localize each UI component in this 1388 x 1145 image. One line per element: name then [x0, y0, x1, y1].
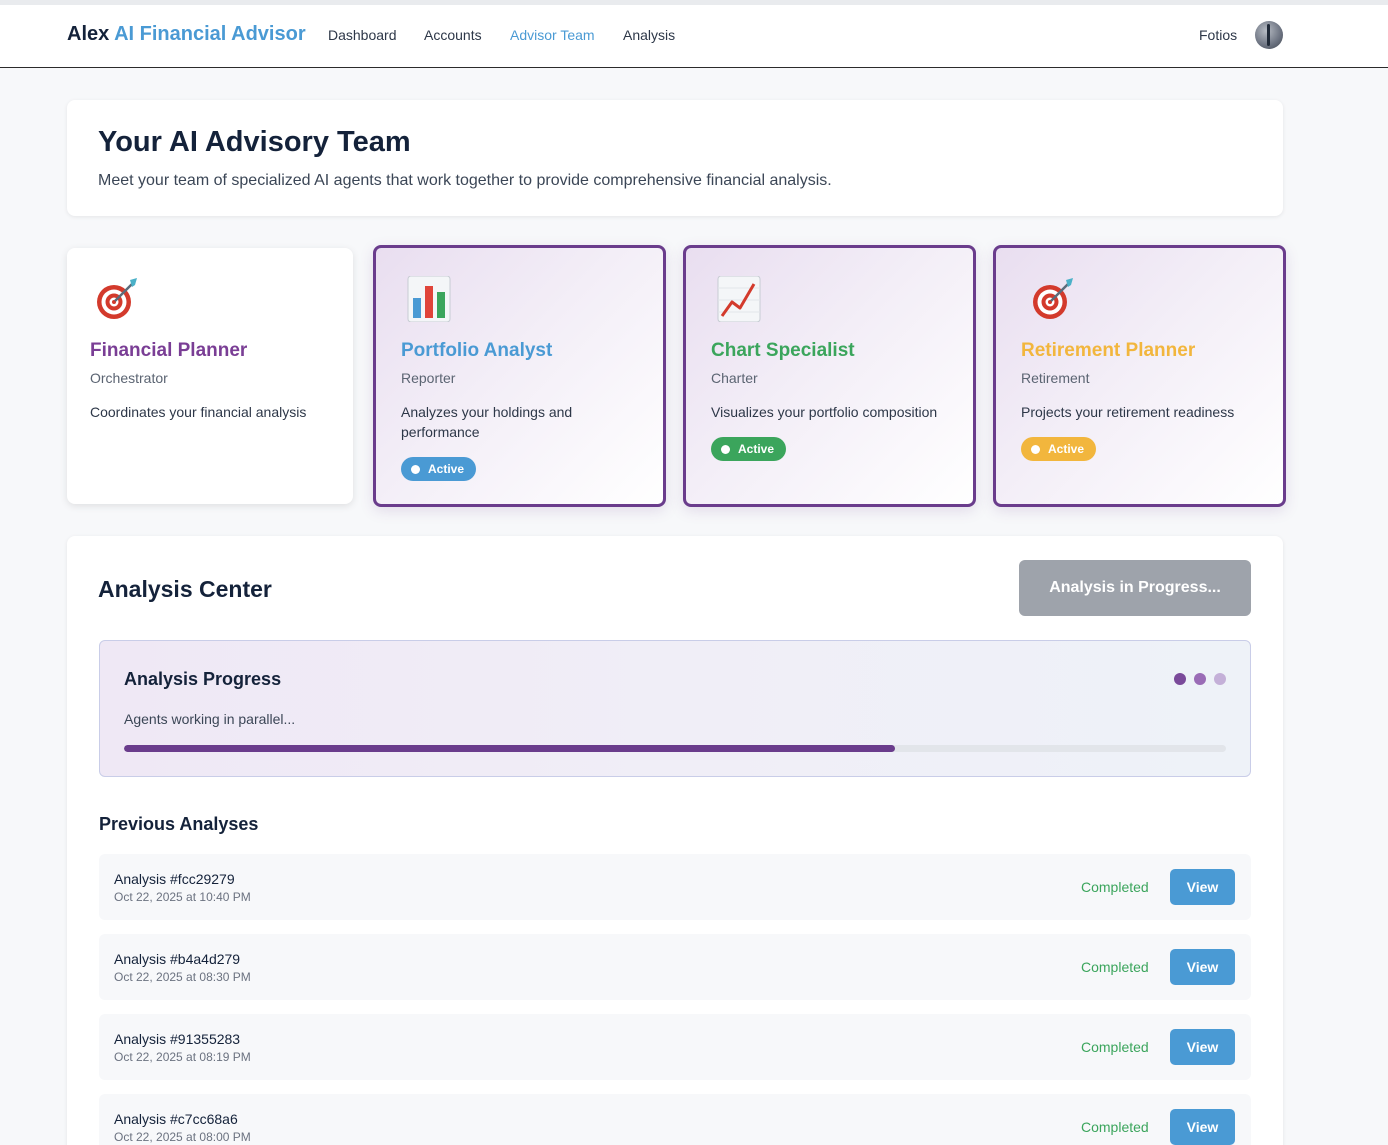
analysis-center-card: Analysis Center Analysis in Progress... …	[67, 536, 1283, 1145]
agent-name: Chart Specialist	[711, 340, 855, 361]
agent-card-financial-planner[interactable]: Financial Planner Orchestrator Coordinat…	[67, 248, 353, 504]
analysis-progress-panel: Analysis Progress Agents working in para…	[99, 640, 1251, 777]
analysis-center-title: Analysis Center	[98, 576, 272, 602]
agent-card-retirement-planner[interactable]: Retirement Planner Retirement Projects y…	[993, 245, 1286, 507]
analysis-status: Completed	[1081, 879, 1149, 895]
view-analysis-button[interactable]: View	[1170, 949, 1235, 985]
agent-name: Portfolio Analyst	[401, 340, 553, 361]
analysis-date: Oct 22, 2025 at 08:19 PM	[114, 1050, 251, 1064]
analysis-status: Completed	[1081, 959, 1149, 975]
progress-title: Analysis Progress	[124, 669, 282, 689]
user-name[interactable]: Fotios	[1199, 27, 1237, 43]
analysis-row: Analysis #fcc29279 Oct 22, 2025 at 10:40…	[99, 854, 1251, 920]
analysis-id: Analysis #b4a4d279	[114, 951, 241, 967]
analysis-status: Completed	[1081, 1039, 1149, 1055]
brand-accent: AI Financial Advisor	[114, 23, 306, 45]
nav-dashboard[interactable]: Dashboard	[328, 27, 397, 43]
status-dot-icon	[411, 464, 420, 474]
agent-card-portfolio-analyst[interactable]: Portfolio Analyst Reporter Analyzes your…	[373, 245, 666, 507]
top-navbar: Alex AI Financial Advisor Dashboard Acco…	[0, 5, 1388, 68]
page-title: Your AI Advisory Team	[98, 126, 411, 158]
line-chart-icon	[717, 276, 761, 322]
analysis-in-progress-button[interactable]: Analysis in Progress...	[1019, 560, 1251, 616]
status-badge: Active	[401, 457, 477, 481]
previous-analyses-title: Previous Analyses	[99, 814, 259, 834]
status-badge-label: Active	[738, 442, 775, 456]
brand-logo[interactable]: Alex AI Financial Advisor	[67, 23, 306, 46]
analysis-row: Analysis #b4a4d279 Oct 22, 2025 at 08:30…	[99, 934, 1251, 1000]
agent-description: Visualizes your portfolio composition	[711, 404, 938, 420]
view-analysis-button[interactable]: View	[1170, 1029, 1235, 1065]
progress-bar-fill	[124, 745, 896, 752]
agent-name: Financial Planner	[90, 340, 248, 361]
loading-dot	[1214, 673, 1226, 685]
nav-advisor-team[interactable]: Advisor Team	[510, 27, 595, 43]
analysis-row: Analysis #c7cc68a6 Oct 22, 2025 at 08:00…	[99, 1094, 1251, 1145]
target-icon	[1033, 278, 1073, 319]
agent-card-chart-specialist[interactable]: Chart Specialist Charter Visualizes your…	[683, 245, 976, 507]
agent-description: Analyzes your holdings and performance	[401, 404, 573, 440]
status-dot-icon	[1031, 444, 1040, 454]
status-badge: Active	[711, 437, 787, 461]
analysis-date: Oct 22, 2025 at 08:30 PM	[114, 970, 251, 984]
analysis-date: Oct 22, 2025 at 10:40 PM	[114, 890, 251, 904]
agent-role: Charter	[711, 370, 758, 386]
analysis-id: Analysis #91355283	[114, 1031, 241, 1047]
agent-role: Reporter	[401, 370, 456, 386]
team-header-card: Your AI Advisory Team Meet your team of …	[67, 100, 1283, 216]
nav-analysis[interactable]: Analysis	[623, 27, 675, 43]
analysis-row: Analysis #91355283 Oct 22, 2025 at 08:19…	[99, 1014, 1251, 1080]
target-icon	[97, 278, 137, 319]
status-badge: Active	[1021, 437, 1097, 461]
view-analysis-button[interactable]: View	[1170, 1109, 1235, 1145]
analysis-date: Oct 22, 2025 at 08:00 PM	[114, 1130, 251, 1144]
analysis-status: Completed	[1081, 1119, 1149, 1135]
loading-dots-icon	[1174, 673, 1226, 685]
loading-dot	[1194, 673, 1206, 685]
status-dot-icon	[721, 444, 730, 454]
loading-dot	[1174, 673, 1186, 685]
agent-role: Retirement	[1021, 370, 1090, 386]
bar-chart-icon	[407, 276, 451, 322]
avatar[interactable]	[1255, 21, 1283, 49]
progress-status: Agents working in parallel...	[124, 711, 296, 727]
status-badge-label: Active	[1048, 442, 1085, 456]
analysis-id: Analysis #fcc29279	[114, 871, 235, 887]
analysis-id: Analysis #c7cc68a6	[114, 1111, 238, 1127]
view-analysis-button[interactable]: View	[1170, 869, 1235, 905]
progress-bar	[124, 745, 1226, 752]
agent-role: Orchestrator	[90, 370, 168, 386]
agent-description: Projects your retirement readiness	[1021, 404, 1235, 420]
agent-description: Coordinates your financial analysis	[90, 404, 307, 420]
brand-name: Alex	[67, 23, 110, 45]
agent-name: Retirement Planner	[1021, 340, 1196, 361]
nav-accounts[interactable]: Accounts	[424, 27, 482, 43]
page-subtitle: Meet your team of specialized AI agents …	[98, 172, 832, 189]
status-badge-label: Active	[428, 462, 465, 476]
